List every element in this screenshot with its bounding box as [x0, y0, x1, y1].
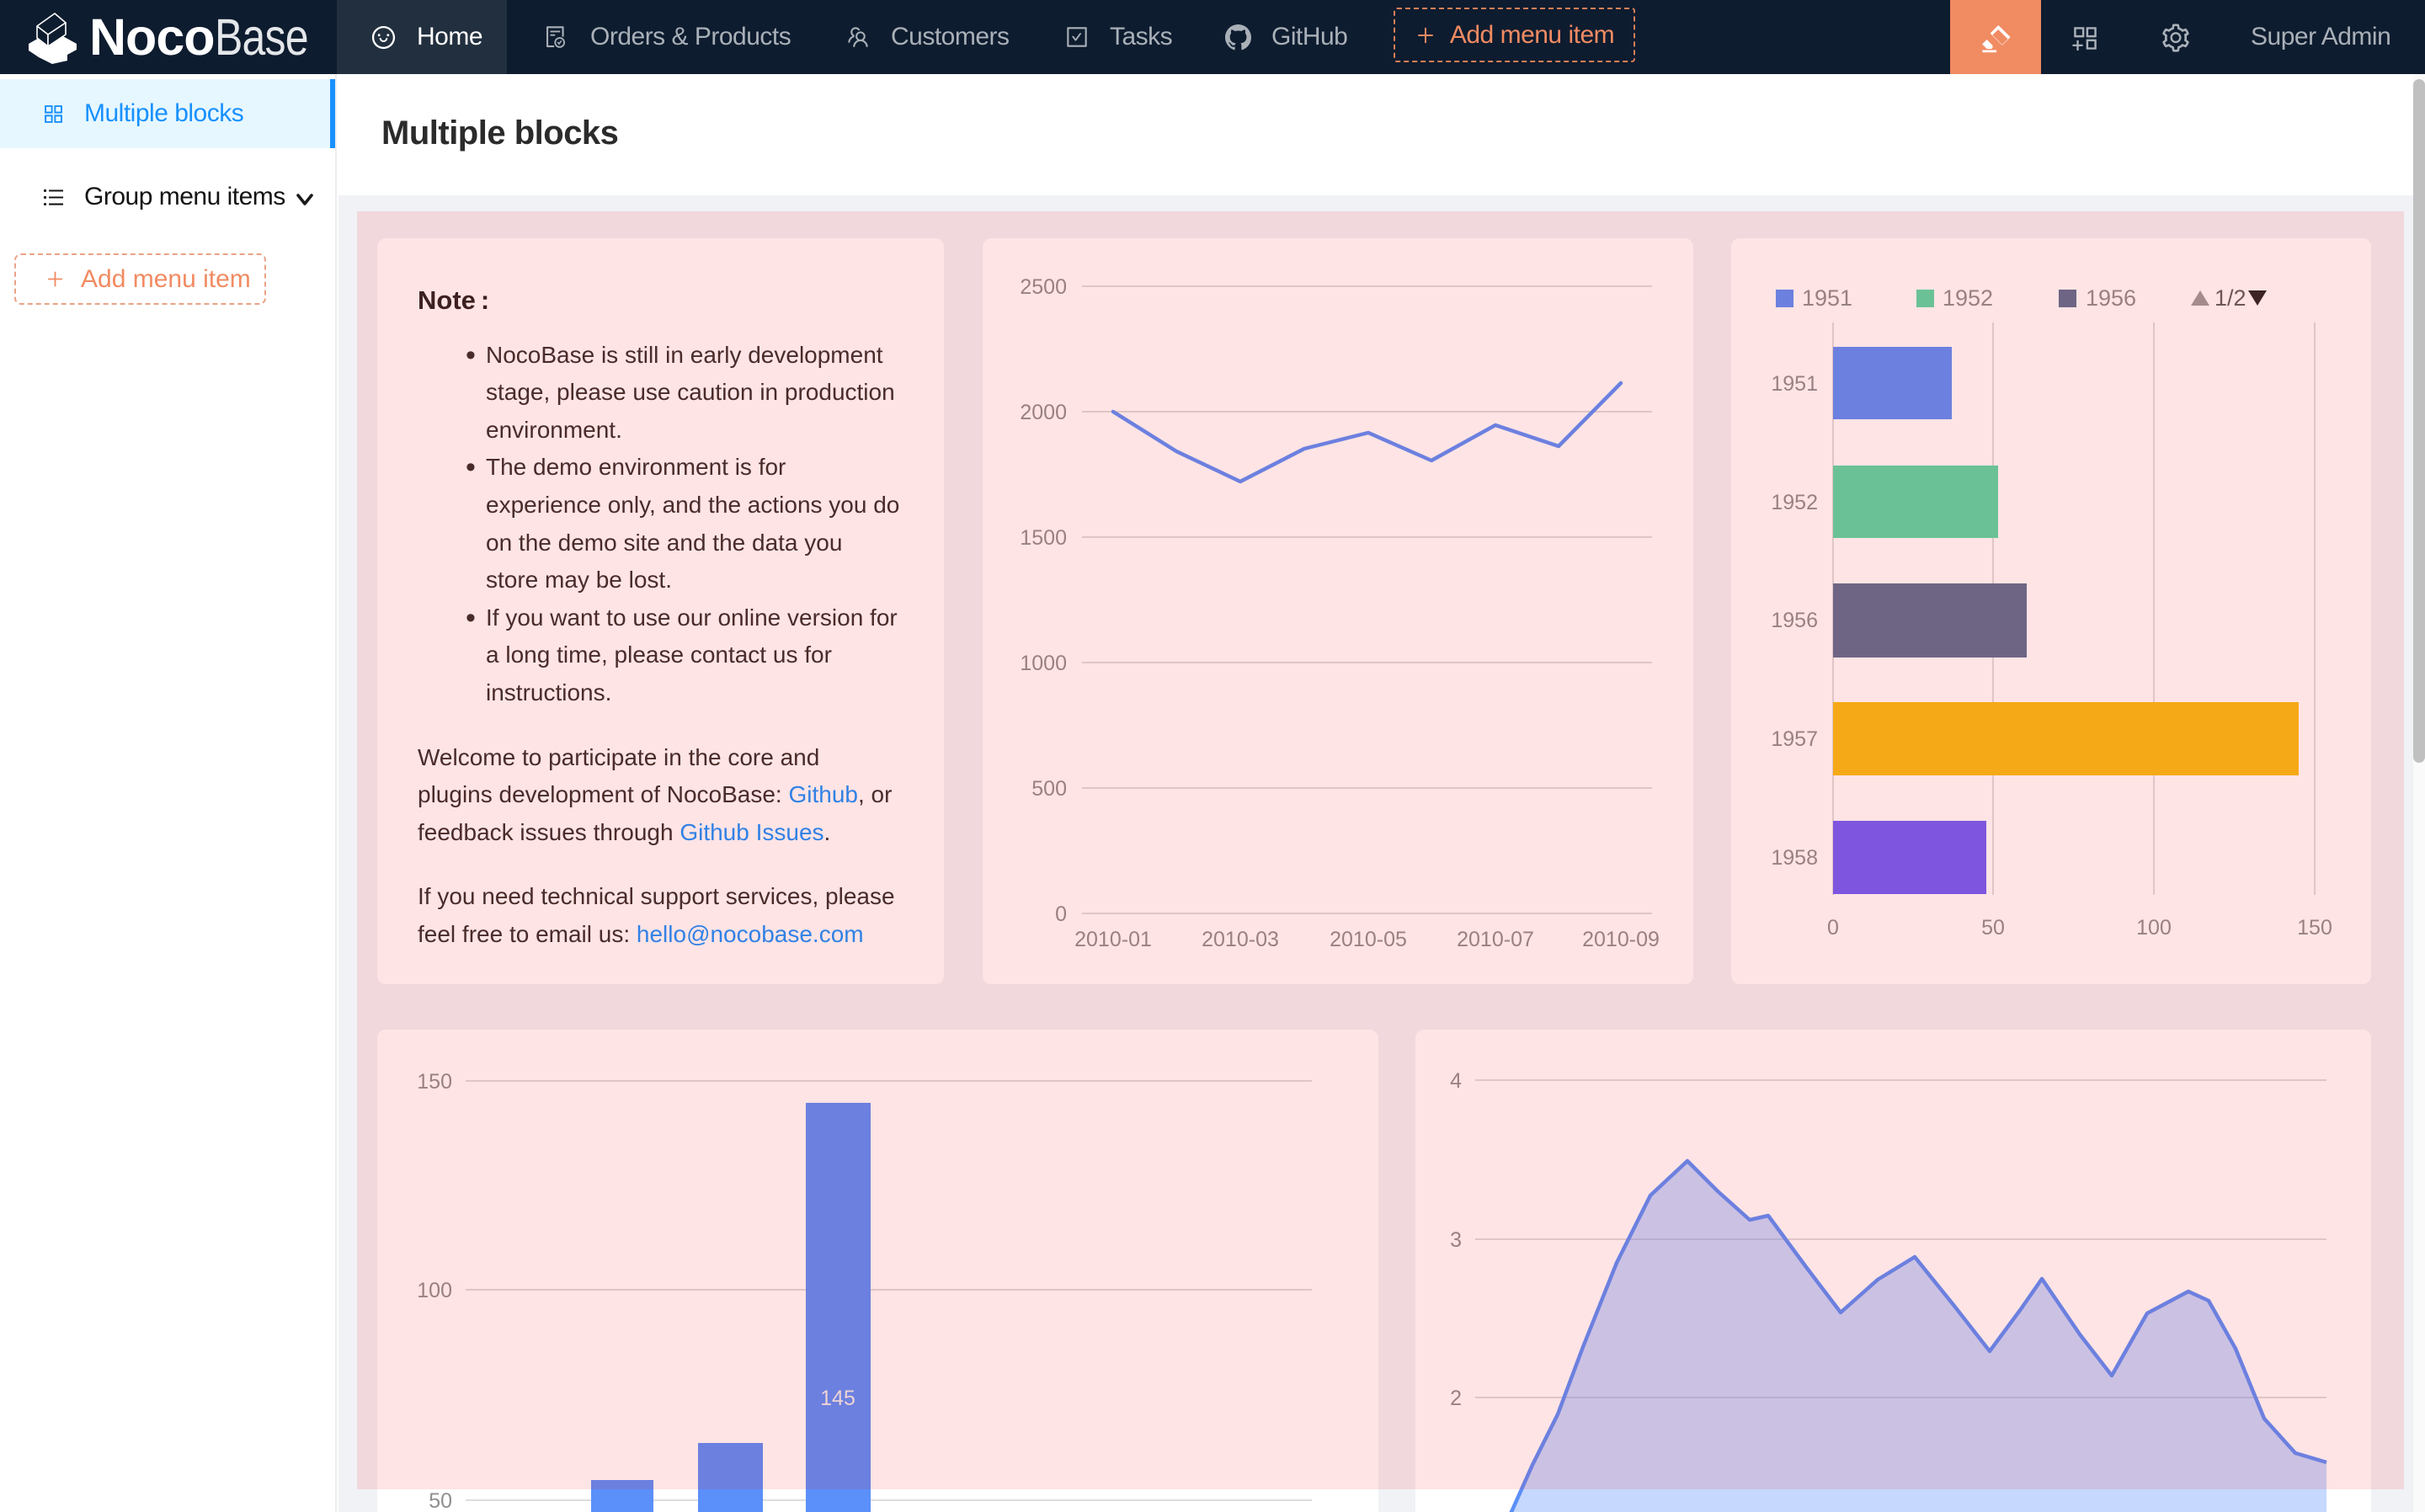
svg-text:50: 50	[429, 1489, 452, 1512]
